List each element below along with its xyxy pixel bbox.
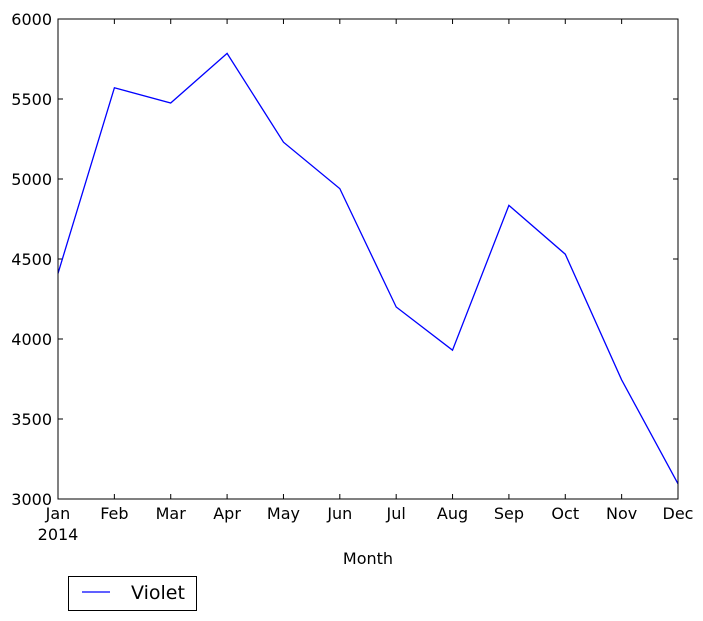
x-tick-label: Aug	[437, 504, 468, 523]
line-chart: 3000350040004500500055006000 Jan Feb Mar Ap…	[11, 10, 694, 611]
y-tick-label: 5500	[11, 90, 52, 109]
x-tick-label: Jan	[45, 504, 71, 523]
y-tick-label: 6000	[11, 10, 52, 29]
legend-label-violet: Violet	[131, 582, 185, 604]
x-tick-label: Sep	[494, 504, 524, 523]
x-sublabel: 2014	[38, 525, 79, 544]
y-tick-label: 3500	[11, 410, 52, 429]
x-tick-label: Oct	[551, 504, 579, 523]
legend: Violet	[68, 576, 197, 611]
y-tick-label: 4500	[11, 250, 52, 269]
x-tick-label: Feb	[100, 504, 128, 523]
x-tick-label: Dec	[663, 504, 694, 523]
x-tick-label: Apr	[213, 504, 241, 523]
x-tick-label: Jul	[386, 504, 406, 523]
y-tick-label: 4000	[11, 330, 52, 349]
plot-area	[58, 19, 678, 499]
x-tick-label: Jun	[326, 504, 352, 523]
x-tick-label: Mar	[156, 504, 187, 523]
x-axis-title: Month	[343, 549, 393, 568]
y-tick-label: 5000	[11, 170, 52, 189]
x-tick-label: May	[267, 504, 300, 523]
x-tick-label: Nov	[606, 504, 637, 523]
